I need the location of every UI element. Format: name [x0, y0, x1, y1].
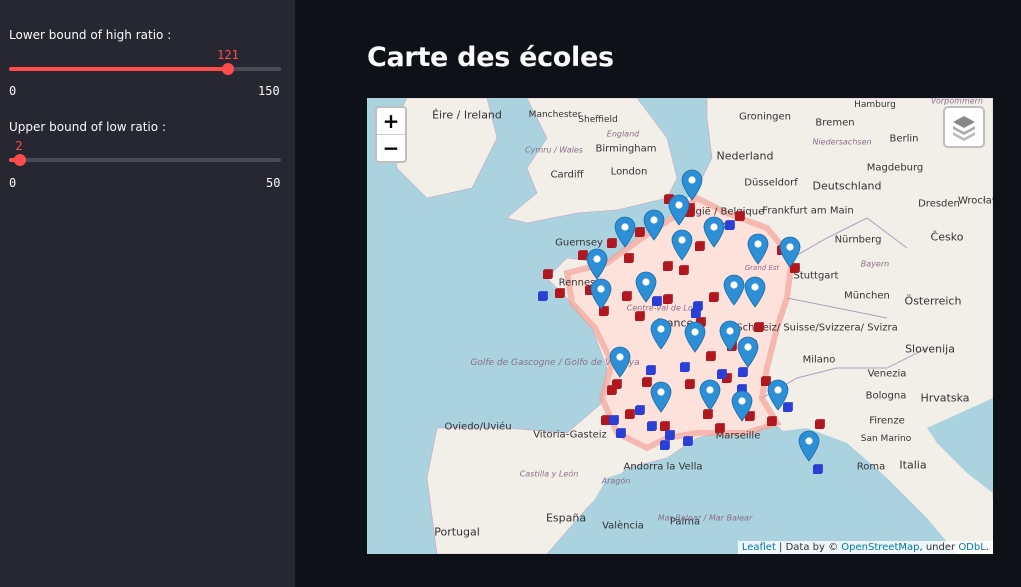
- zoom-control: + −: [375, 106, 407, 163]
- map-pin-marker[interactable]: [767, 379, 789, 411]
- map-pin-marker[interactable]: [798, 430, 820, 462]
- osm-link[interactable]: OpenStreetMap: [841, 542, 919, 553]
- red-school-marker[interactable]: [708, 291, 720, 303]
- attribution-text: | Data by ©: [775, 542, 842, 553]
- low-ratio-min: 0: [9, 176, 17, 190]
- red-school-marker[interactable]: [542, 268, 554, 280]
- map-attribution: Leaflet | Data by © OpenStreetMap, under…: [737, 541, 993, 554]
- blue-school-marker[interactable]: [659, 439, 671, 451]
- low-ratio-slider-track[interactable]: [9, 154, 281, 166]
- map-tiles: [367, 98, 993, 554]
- low-ratio-slider-thumb[interactable]: [13, 154, 26, 166]
- zoom-in-button[interactable]: +: [377, 108, 405, 134]
- red-school-marker[interactable]: [714, 422, 726, 434]
- red-school-marker[interactable]: [814, 418, 826, 430]
- map-pin-marker[interactable]: [684, 321, 706, 353]
- blue-school-marker[interactable]: [812, 463, 824, 475]
- high-ratio-value: 121: [217, 48, 239, 62]
- blue-school-marker[interactable]: [682, 435, 694, 447]
- attribution-under: , under: [919, 542, 959, 553]
- map-pin-marker[interactable]: [744, 276, 766, 308]
- blue-school-marker[interactable]: [646, 420, 658, 432]
- odbl-link[interactable]: ODbL: [958, 542, 986, 553]
- high-ratio-min: 0: [9, 84, 17, 98]
- red-school-marker[interactable]: [684, 378, 696, 390]
- high-ratio-label: Lower bound of high ratio :: [9, 28, 172, 42]
- map-pin-marker[interactable]: [609, 346, 631, 378]
- high-ratio-max: 150: [258, 84, 280, 98]
- red-school-marker[interactable]: [621, 290, 633, 302]
- layers-control-button[interactable]: [943, 106, 985, 148]
- low-ratio-max: 50: [266, 176, 281, 190]
- zoom-out-button[interactable]: −: [377, 134, 405, 161]
- map-pin-marker[interactable]: [643, 209, 665, 241]
- map-pin-marker[interactable]: [590, 278, 612, 310]
- blue-school-marker[interactable]: [615, 427, 627, 439]
- map-pin-marker[interactable]: [723, 274, 745, 306]
- high-ratio-slider-fill: [9, 67, 229, 71]
- map-pin-marker[interactable]: [747, 233, 769, 265]
- map-pin-marker[interactable]: [671, 229, 693, 261]
- red-school-marker[interactable]: [678, 264, 690, 276]
- layers-icon: [953, 116, 975, 141]
- map-pin-marker[interactable]: [668, 194, 690, 226]
- map-pin-marker[interactable]: [699, 379, 721, 411]
- blue-school-marker[interactable]: [634, 404, 646, 416]
- schools-map[interactable]: LeedsÉire / IrelandManchesterSheffieldEn…: [367, 98, 993, 554]
- blue-school-marker[interactable]: [679, 361, 691, 373]
- low-ratio-value: 2: [15, 139, 23, 153]
- blue-school-marker[interactable]: [608, 414, 620, 426]
- low-ratio-label: Upper bound of low ratio :: [9, 120, 166, 134]
- red-school-marker[interactable]: [705, 350, 717, 362]
- map-pin-marker[interactable]: [737, 336, 759, 368]
- red-school-marker[interactable]: [606, 384, 618, 396]
- red-school-marker[interactable]: [662, 260, 674, 272]
- blue-school-marker[interactable]: [645, 364, 657, 376]
- map-pin-marker[interactable]: [650, 318, 672, 350]
- leaflet-link[interactable]: Leaflet: [742, 542, 776, 553]
- map-pin-marker[interactable]: [703, 216, 725, 248]
- red-school-marker[interactable]: [766, 415, 778, 427]
- red-school-marker[interactable]: [753, 321, 765, 333]
- blue-school-marker[interactable]: [724, 219, 736, 231]
- map-pin-marker[interactable]: [586, 248, 608, 280]
- red-school-marker[interactable]: [623, 252, 635, 264]
- high-ratio-slider-track[interactable]: [9, 63, 281, 75]
- high-ratio-slider-thumb[interactable]: [222, 63, 235, 75]
- red-school-marker[interactable]: [662, 293, 674, 305]
- blue-school-marker[interactable]: [537, 290, 549, 302]
- map-pin-marker[interactable]: [650, 381, 672, 413]
- blue-school-marker[interactable]: [690, 307, 702, 319]
- red-school-marker[interactable]: [554, 287, 566, 299]
- map-pin-marker[interactable]: [731, 390, 753, 422]
- map-pin-marker[interactable]: [614, 216, 636, 248]
- red-school-marker[interactable]: [634, 310, 646, 322]
- page-title: Carte des écoles: [367, 42, 614, 73]
- sidebar: Lower bound of high ratio : 121 0 150 Up…: [0, 0, 295, 587]
- attribution-end: .: [985, 542, 989, 553]
- map-pin-marker[interactable]: [779, 236, 801, 268]
- map-pin-marker[interactable]: [635, 271, 657, 303]
